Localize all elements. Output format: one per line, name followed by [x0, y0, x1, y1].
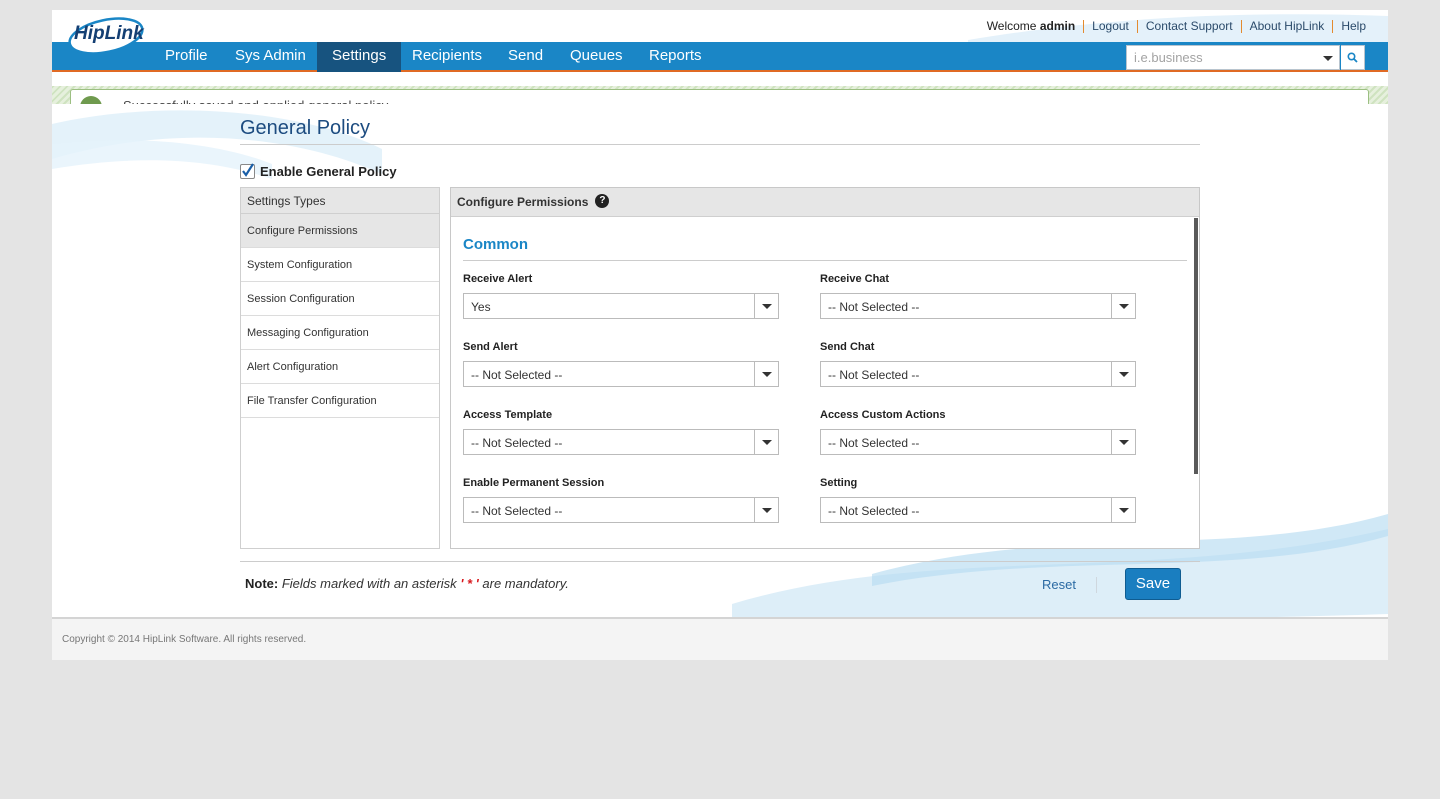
chevron-down-icon[interactable]	[1111, 498, 1135, 522]
top-links: Welcome admin Logout Contact Support Abo…	[987, 16, 1366, 36]
nav-profile[interactable]: Profile	[150, 42, 223, 72]
nav-queues[interactable]: Queues	[555, 42, 638, 72]
chevron-down-icon[interactable]	[1111, 294, 1135, 318]
field-send-alert: Send Alert -- Not Selected --	[463, 341, 779, 387]
nav-reports[interactable]: Reports	[634, 42, 717, 72]
field-label: Setting	[820, 477, 858, 489]
field-label: Receive Chat	[820, 273, 890, 285]
send-alert-select[interactable]: -- Not Selected --	[463, 361, 779, 387]
footer: Copyright © 2014 HipLink Software. All r…	[52, 617, 1388, 660]
link-separator	[1332, 19, 1334, 33]
field-label: Send Alert	[463, 341, 518, 353]
help-icon[interactable]: ?	[595, 194, 610, 208]
field-label: Send Chat	[820, 341, 875, 353]
enable-policy-label: Enable General Policy	[260, 164, 397, 179]
contact-support-link[interactable]: Contact Support	[1146, 19, 1233, 33]
settings-type-file-transfer-configuration[interactable]: File Transfer Configuration	[241, 384, 439, 418]
select-value: -- Not Selected --	[828, 436, 920, 450]
field-access-custom-actions: Access Custom Actions -- Not Selected --	[820, 409, 1136, 455]
select-value: Yes	[471, 300, 491, 314]
select-value: -- Not Selected --	[828, 368, 920, 382]
save-button[interactable]: Save	[1125, 568, 1181, 600]
settings-types-header: Settings Types	[241, 188, 439, 214]
field-label: Enable Permanent Session	[463, 477, 605, 489]
note-asterisk: ' * '	[460, 576, 479, 591]
chevron-down-icon[interactable]	[754, 294, 778, 318]
field-access-template: Access Template -- Not Selected --	[463, 409, 779, 455]
app-window: Welcome admin Logout Contact Support Abo…	[52, 10, 1388, 660]
field-send-chat: Send Chat -- Not Selected --	[820, 341, 1136, 387]
nav-sys-admin[interactable]: Sys Admin	[220, 42, 321, 72]
receive-alert-select[interactable]: Yes	[463, 293, 779, 319]
enable-policy-checkbox[interactable]	[240, 163, 255, 179]
access-template-select[interactable]: -- Not Selected --	[463, 429, 779, 455]
field-label: Access Template	[463, 409, 553, 421]
link-separator	[1136, 19, 1138, 33]
select-value: -- Not Selected --	[471, 368, 563, 382]
select-value: -- Not Selected --	[471, 436, 563, 450]
field-enable-permanent-session: Enable Permanent Session -- Not Selected…	[463, 477, 779, 523]
field-receive-chat: Receive Chat -- Not Selected --	[820, 273, 1136, 319]
search-input[interactable]: i.e.business	[1126, 45, 1340, 70]
button-separator	[1096, 577, 1097, 593]
access-custom-actions-select[interactable]: -- Not Selected --	[820, 429, 1136, 455]
settings-type-system-configuration[interactable]: System Configuration	[241, 248, 439, 282]
actions-divider	[240, 561, 1200, 562]
welcome-text: Welcome admin	[986, 19, 1076, 33]
about-link[interactable]: About HipLink	[1250, 19, 1325, 33]
chevron-down-icon[interactable]	[1111, 362, 1135, 386]
field-label: Access Custom Actions	[820, 409, 946, 421]
nav-recipients[interactable]: Recipients	[397, 42, 497, 72]
settings-types-panel: Settings Types Configure Permissions Sys…	[240, 187, 440, 549]
enable-permanent-session-select[interactable]: -- Not Selected --	[463, 497, 779, 523]
copyright-text: Copyright © 2014 HipLink Software. All r…	[62, 634, 307, 645]
chevron-down-icon[interactable]	[754, 498, 778, 522]
setting-select[interactable]: -- Not Selected --	[820, 497, 1136, 523]
top-bar: Welcome admin Logout Contact Support Abo…	[52, 10, 1388, 42]
search-icon	[1347, 52, 1358, 63]
section-divider	[463, 260, 1187, 261]
svg-text:HipLink: HipLink	[74, 23, 145, 44]
nav-send[interactable]: Send	[493, 42, 558, 72]
scrollbar[interactable]	[1194, 218, 1198, 474]
hiplink-logo[interactable]: HipLink	[66, 12, 146, 56]
page-title: General Policy	[240, 117, 371, 139]
reset-link[interactable]: Reset	[1042, 577, 1076, 592]
settings-type-messaging-configuration[interactable]: Messaging Configuration	[241, 316, 439, 350]
permissions-header: Configure Permissions ?	[451, 188, 1199, 217]
field-setting: Setting -- Not Selected --	[820, 477, 1136, 523]
main-nav: Profile Sys Admin Settings Recipients Se…	[52, 42, 1388, 72]
search-button[interactable]	[1341, 45, 1365, 70]
title-divider	[240, 144, 1200, 145]
nav-settings[interactable]: Settings	[317, 42, 402, 72]
permissions-header-title: Configure Permissions	[457, 195, 589, 209]
enable-policy-row: Enable General Policy	[240, 163, 397, 179]
select-value: -- Not Selected --	[828, 300, 920, 314]
permissions-panel: Configure Permissions ? Common Receive A…	[450, 187, 1200, 549]
chevron-down-icon[interactable]	[754, 430, 778, 454]
select-value: -- Not Selected --	[828, 504, 920, 518]
chevron-down-icon[interactable]	[1323, 56, 1333, 61]
note-label: Note:	[245, 576, 279, 591]
mandatory-note: Note: Fields marked with an asterisk ' *…	[245, 576, 569, 591]
note-text-before: Fields marked with an asterisk	[281, 576, 457, 591]
section-title-common: Common	[463, 236, 528, 253]
logout-link[interactable]: Logout	[1092, 19, 1129, 33]
note-text-after: are mandatory.	[482, 576, 569, 591]
settings-type-session-configuration[interactable]: Session Configuration	[241, 282, 439, 316]
field-label: Receive Alert	[463, 273, 533, 285]
chevron-down-icon[interactable]	[754, 362, 778, 386]
settings-type-alert-configuration[interactable]: Alert Configuration	[241, 350, 439, 384]
field-receive-alert: Receive Alert Yes	[463, 273, 779, 319]
select-value: -- Not Selected --	[471, 504, 563, 518]
search-placeholder: i.e.business	[1134, 50, 1203, 65]
link-separator	[1083, 19, 1085, 33]
help-link[interactable]: Help	[1341, 19, 1366, 33]
receive-chat-select[interactable]: -- Not Selected --	[820, 293, 1136, 319]
checkmark-icon	[242, 163, 254, 177]
settings-type-configure-permissions[interactable]: Configure Permissions	[241, 214, 439, 248]
link-separator	[1240, 19, 1242, 33]
chevron-down-icon[interactable]	[1111, 430, 1135, 454]
send-chat-select[interactable]: -- Not Selected --	[820, 361, 1136, 387]
